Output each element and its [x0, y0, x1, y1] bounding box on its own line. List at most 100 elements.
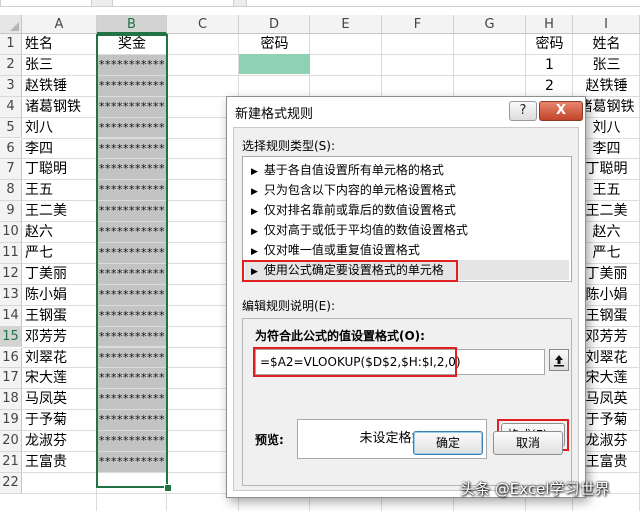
formula-input[interactable]: =$A2=VLOOKUP($D$2,$H:$I,2,0)	[255, 349, 545, 375]
row-header-20[interactable]: 20	[0, 431, 22, 452]
row-header-2[interactable]: 2	[0, 54, 22, 76]
cell-b16[interactable]: ***********	[97, 347, 167, 369]
row-header-19[interactable]: 19	[0, 410, 22, 432]
row-header-10[interactable]: 10	[0, 222, 22, 243]
cell-b2[interactable]: ***********	[97, 54, 167, 76]
formula-bar-edge[interactable]	[112, 0, 234, 6]
cell-b5[interactable]: ***********	[97, 117, 167, 139]
row-header-3[interactable]: 3	[0, 75, 22, 97]
cell-h2[interactable]: 1	[526, 55, 573, 76]
row-header-14[interactable]: 14	[0, 305, 22, 327]
cell-a14[interactable]: 王钢蛋	[22, 306, 97, 327]
cell-a8[interactable]: 王五	[22, 180, 97, 201]
cell-a10[interactable]: 赵六	[22, 222, 97, 243]
cell-a6[interactable]: 李四	[22, 139, 97, 160]
cell-d2-fill[interactable]	[239, 54, 310, 74]
cell-b20[interactable]: ***********	[97, 431, 167, 452]
ok-button[interactable]: 确定	[413, 431, 483, 455]
column-header-h[interactable]: H	[526, 15, 573, 34]
cell-a4[interactable]: 诸葛钢铁	[22, 97, 97, 118]
column-header-c[interactable]: C	[167, 15, 239, 34]
cell-b11[interactable]: ***********	[97, 243, 167, 264]
cell-b17[interactable]: ***********	[97, 368, 167, 390]
rule-type-item-2[interactable]: ▶ 只为包含以下内容的单元格设置格式	[245, 180, 569, 200]
cell-b12[interactable]: ***********	[97, 263, 167, 285]
cell-a20[interactable]: 龙淑芬	[22, 431, 97, 452]
cell-h3[interactable]: 2	[526, 76, 573, 97]
cell-a13[interactable]: 陈小娟	[22, 285, 97, 306]
cell-a21[interactable]: 王富贵	[22, 452, 97, 473]
dialog-titlebar[interactable]: 新建格式规则 ? X	[227, 97, 585, 127]
help-button[interactable]: ?	[509, 101, 537, 121]
cell-i2[interactable]: 张三	[573, 55, 640, 76]
formula-input-edge[interactable]	[246, 0, 640, 6]
column-header-b[interactable]: B	[97, 15, 167, 34]
cell-b21[interactable]: ***********	[97, 452, 167, 473]
row-header-4[interactable]: 4	[0, 96, 22, 118]
row-header-11[interactable]: 11	[0, 243, 22, 264]
cell-b14[interactable]: ***********	[97, 305, 167, 327]
header-cell-d[interactable]: 密码	[239, 34, 310, 55]
cell-b15[interactable]: ***********	[97, 326, 167, 348]
cell-b4[interactable]: ***********	[97, 96, 167, 118]
cell-a7[interactable]: 丁聪明	[22, 159, 97, 180]
rule-type-item-5[interactable]: ▶ 仅对唯一值或重复值设置格式	[245, 240, 569, 260]
collapse-dialog-button[interactable]	[549, 349, 569, 371]
cell-b8[interactable]: ***********	[97, 180, 167, 202]
row-header-22[interactable]: 22	[0, 472, 22, 494]
cell-a3[interactable]: 赵铁锤	[22, 76, 97, 97]
row-header-9[interactable]: 9	[0, 201, 22, 223]
cell-b18[interactable]: ***********	[97, 389, 167, 411]
name-box-edge[interactable]	[0, 0, 92, 6]
rule-type-label-text: 只为包含以下内容的单元格设置格式	[263, 183, 456, 197]
row-header-17[interactable]: 17	[0, 368, 22, 390]
header-cell-h[interactable]: 密码	[526, 34, 573, 55]
cell-i3[interactable]: 赵铁锤	[573, 76, 640, 97]
row-header-7[interactable]: 7	[0, 159, 22, 181]
select-all-corner[interactable]	[0, 15, 22, 34]
cell-b13[interactable]: ***********	[97, 284, 167, 306]
cell-a5[interactable]: 刘八	[22, 118, 97, 139]
cell-a11[interactable]: 严七	[22, 243, 97, 264]
column-header-a[interactable]: A	[22, 15, 97, 34]
column-header-d[interactable]: D	[239, 15, 310, 34]
row-header-6[interactable]: 6	[0, 138, 22, 160]
row-header-18[interactable]: 18	[0, 389, 22, 411]
cell-a2[interactable]: 张三	[22, 55, 97, 76]
cell-a18[interactable]: 马凤英	[22, 389, 97, 410]
cell-b7[interactable]: ***********	[97, 159, 167, 181]
fill-handle[interactable]	[164, 484, 172, 492]
rule-type-item-3[interactable]: ▶ 仅对排名靠前或靠后的数值设置格式	[245, 200, 569, 220]
row-header-16[interactable]: 16	[0, 347, 22, 369]
cell-a12[interactable]: 丁美丽	[22, 264, 97, 285]
row-header-8[interactable]: 8	[0, 180, 22, 202]
column-header-g[interactable]: G	[454, 15, 526, 34]
row-header-12[interactable]: 12	[0, 263, 22, 285]
cell-a17[interactable]: 宋大莲	[22, 368, 97, 389]
cell-b9[interactable]: ***********	[97, 201, 167, 223]
close-button[interactable]: X	[539, 101, 583, 121]
cell-a16[interactable]: 刘翠花	[22, 348, 97, 369]
column-header-i[interactable]: I	[573, 15, 640, 34]
cell-b10[interactable]: ***********	[97, 222, 167, 243]
cell-a9[interactable]: 王二美	[22, 201, 97, 222]
row-header-5[interactable]: 5	[0, 117, 22, 139]
cell-b19[interactable]: ***********	[97, 410, 167, 432]
rule-type-item-4[interactable]: ▶ 仅对高于或低于平均值的数值设置格式	[245, 220, 569, 240]
column-header-e[interactable]: E	[310, 15, 382, 34]
cell-b6[interactable]: ***********	[97, 138, 167, 160]
cell-a19[interactable]: 于予菊	[22, 410, 97, 431]
row-header-15[interactable]: 15	[0, 326, 22, 348]
header-cell-i[interactable]: 姓名	[573, 34, 640, 55]
header-cell-b[interactable]: 奖金	[97, 34, 167, 55]
cancel-button[interactable]: 取消	[493, 431, 563, 455]
rule-type-item-1[interactable]: ▶ 基于各自值设置所有单元格的格式	[245, 160, 569, 180]
cell-a15[interactable]: 邓芳芳	[22, 327, 97, 348]
row-header-13[interactable]: 13	[0, 284, 22, 306]
rule-type-item-6[interactable]: ▶ 使用公式确定要设置格式的单元格	[245, 260, 569, 280]
header-cell-a[interactable]: 姓名	[22, 34, 97, 55]
cell-b3[interactable]: ***********	[97, 75, 167, 97]
row-header-1[interactable]: 1	[0, 34, 22, 55]
column-header-f[interactable]: F	[382, 15, 454, 34]
row-header-21[interactable]: 21	[0, 452, 22, 473]
